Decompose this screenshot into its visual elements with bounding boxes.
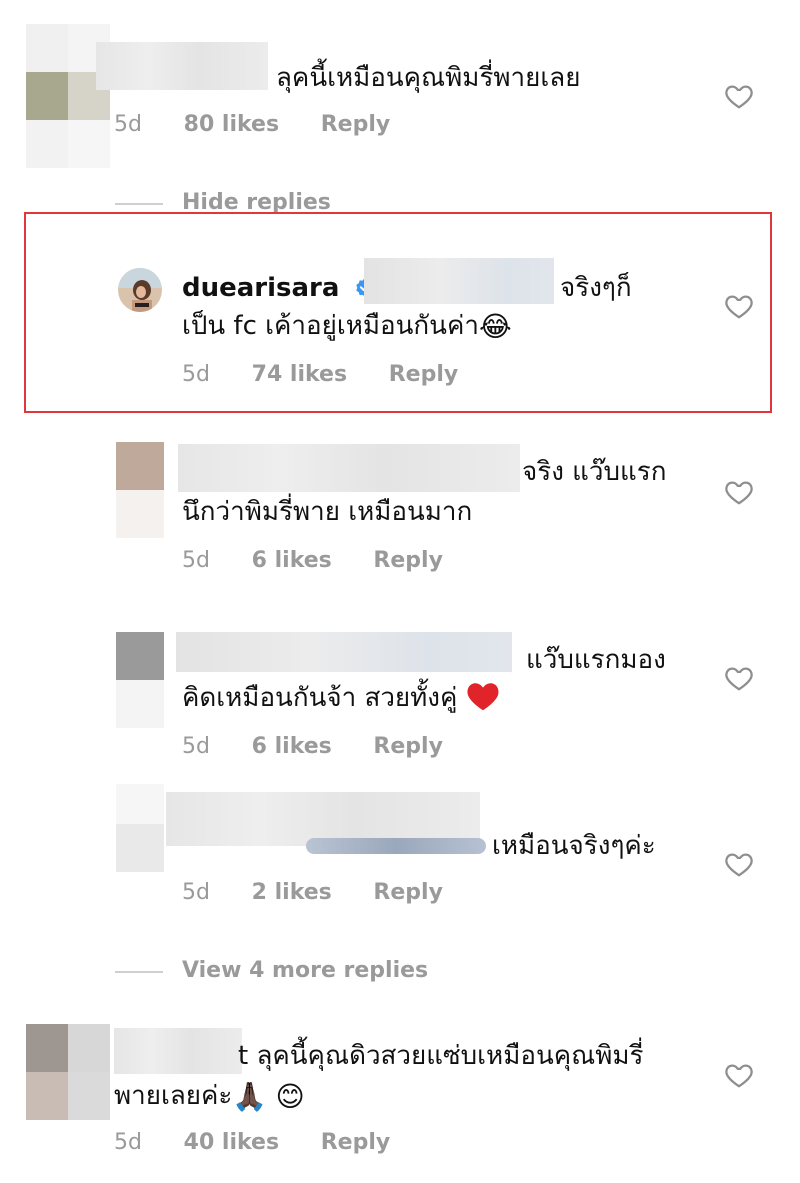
username-blurred[interactable] xyxy=(178,444,520,492)
mention-blurred[interactable] xyxy=(306,838,486,854)
reply-button[interactable]: Reply xyxy=(389,362,459,387)
comment-age: 5d xyxy=(114,1130,142,1155)
comment-meta: 5d 6 likes Reply xyxy=(182,734,443,759)
heart-outline-icon[interactable] xyxy=(724,291,754,321)
comment-meta: 5d 2 likes Reply xyxy=(182,880,443,905)
comment-text-line1-end: t ลุคนี้คุณดิวสวยแซ่บเหมือนคุณพิมรี่ xyxy=(238,1041,644,1071)
avatar-blurred[interactable] xyxy=(116,632,164,728)
smiling-face-emoji: 😊 xyxy=(275,1080,305,1113)
comment-age: 5d xyxy=(182,548,210,573)
divider-line xyxy=(115,203,163,205)
comment-text-line2: คิดเหมือนกันจ้า สวยทั้งคู่ xyxy=(182,678,500,718)
like-count[interactable]: 40 likes xyxy=(184,1130,279,1155)
reply-button[interactable]: Reply xyxy=(321,1130,391,1155)
comment-text: คิดเหมือนกันจ้า สวยทั้งคู่ xyxy=(182,683,458,713)
avatar[interactable] xyxy=(118,268,162,312)
comment-age: 5d xyxy=(182,734,210,759)
comment-meta: 5d 40 likes Reply xyxy=(114,1130,390,1155)
comment-meta: 5d 74 likes Reply xyxy=(182,362,458,387)
comment-text: เป็น fc เค้าอยู่เหมือนกันค่า xyxy=(182,311,479,341)
red-heart-emoji xyxy=(467,683,499,711)
avatar-blurred[interactable] xyxy=(116,784,164,880)
avatar-blurred[interactable] xyxy=(26,1024,110,1120)
comment-age: 5d xyxy=(114,112,142,137)
username-blurred[interactable] xyxy=(176,632,512,672)
comment-text-line1-end: จริง แว๊บแรก xyxy=(522,457,667,487)
comment-text-line1-end: จริงๆก็ xyxy=(560,273,632,303)
comment-text-line2: พายเลยค่ะ🙏🏿 😊 xyxy=(114,1076,305,1117)
reply-button[interactable]: Reply xyxy=(373,880,443,905)
divider-line xyxy=(115,971,163,973)
reply-button[interactable]: Reply xyxy=(373,734,443,759)
heart-outline-icon[interactable] xyxy=(724,849,754,879)
heart-outline-icon[interactable] xyxy=(724,1060,754,1090)
comment-text-line2: นึกว่าพิมรี่พาย เหมือนมาก xyxy=(182,497,473,527)
comment-text: เหมือนจริงๆค่ะ xyxy=(492,831,656,861)
view-more-replies-button[interactable]: View 4 more replies xyxy=(182,958,428,983)
comment-text: พายเลยค่ะ xyxy=(114,1081,233,1111)
praying-hands-emoji: 🙏🏿 xyxy=(232,1080,268,1113)
username-blurred[interactable] xyxy=(114,1028,242,1074)
comment-meta: 5d 80 likes Reply xyxy=(114,112,390,137)
avatar-blurred[interactable] xyxy=(116,442,164,538)
heart-outline-icon[interactable] xyxy=(724,81,754,111)
laughing-emoji: 😂 xyxy=(478,310,512,343)
like-count[interactable]: 6 likes xyxy=(252,734,332,759)
username-blurred[interactable] xyxy=(96,42,268,90)
comment-text-line1: duearisara xyxy=(182,268,376,308)
comment-text-line2: เป็น fc เค้าอยู่เหมือนกันค่า😂 xyxy=(182,306,512,347)
like-count[interactable]: 2 likes xyxy=(252,880,332,905)
reply-button[interactable]: Reply xyxy=(373,548,443,573)
comment-meta: 5d 6 likes Reply xyxy=(182,548,443,573)
like-count[interactable]: 80 likes xyxy=(184,112,279,137)
heart-outline-icon[interactable] xyxy=(724,477,754,507)
mention-blurred[interactable] xyxy=(364,258,554,304)
username[interactable]: duearisara xyxy=(182,273,339,303)
comment-text-line1-end: แว๊บแรกมอง xyxy=(526,645,666,675)
heart-outline-icon[interactable] xyxy=(724,663,754,693)
comment-text: ลุคนี้เหมือนคุณพิมรี่พายเลย xyxy=(276,63,581,93)
reply-button[interactable]: Reply xyxy=(321,112,391,137)
comment-age: 5d xyxy=(182,362,210,387)
like-count[interactable]: 74 likes xyxy=(252,362,347,387)
like-count[interactable]: 6 likes xyxy=(252,548,332,573)
comment-age: 5d xyxy=(182,880,210,905)
